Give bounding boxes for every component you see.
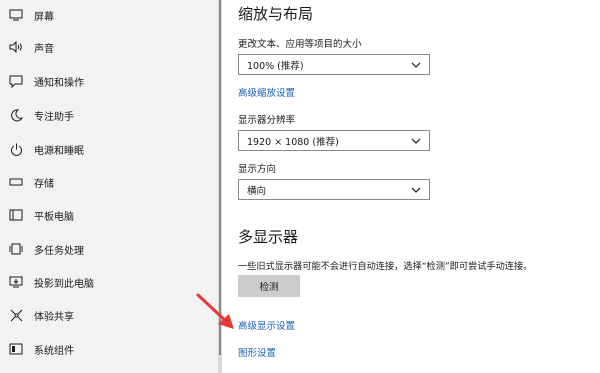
project-icon bbox=[8, 274, 24, 290]
multiple-displays-heading: 多显示器 bbox=[238, 228, 299, 246]
chevron-down-icon bbox=[409, 58, 423, 72]
annotation-arrow bbox=[196, 293, 234, 329]
text-size-label: 更改文本、应用等项目的大小 bbox=[238, 39, 362, 50]
sidebar-item-notifications[interactable]: 通知和操作 bbox=[0, 67, 218, 95]
text-size-dropdown[interactable]: 100% (推荐) bbox=[238, 54, 430, 75]
sidebar-item-label: 存储 bbox=[34, 178, 54, 190]
tablet-icon bbox=[8, 207, 24, 223]
share-icon bbox=[8, 307, 24, 323]
sidebar-item-system-components[interactable]: 系统组件 bbox=[0, 335, 218, 363]
sidebar-item-display[interactable]: 屏幕 bbox=[0, 1, 218, 29]
speaker-icon bbox=[8, 39, 24, 55]
sidebar-item-focus-assist[interactable]: 专注助手 bbox=[0, 101, 218, 129]
multitask-icon bbox=[8, 241, 24, 257]
dropdown-value: 100% (推荐) bbox=[247, 60, 304, 72]
sidebar-item-label: 多任务处理 bbox=[34, 245, 84, 257]
sidebar-item-label: 系统组件 bbox=[34, 345, 74, 357]
dropdown-value: 横向 bbox=[247, 185, 267, 197]
sidebar-item-label: 体验共享 bbox=[34, 311, 74, 323]
sidebar-item-label: 电源和睡眠 bbox=[34, 145, 84, 157]
sidebar-item-multitasking[interactable]: 多任务处理 bbox=[0, 235, 218, 263]
chevron-down-icon bbox=[409, 183, 423, 197]
sidebar-item-storage[interactable]: 存储 bbox=[0, 168, 218, 196]
storage-icon bbox=[8, 174, 24, 190]
orientation-dropdown[interactable]: 横向 bbox=[238, 179, 430, 200]
dropdown-value: 1920 × 1080 (推荐) bbox=[247, 136, 339, 148]
chevron-down-icon bbox=[409, 134, 423, 148]
sidebar-item-shared-experiences[interactable]: 体验共享 bbox=[0, 301, 218, 329]
sidebar-item-label: 专注助手 bbox=[34, 111, 74, 123]
sidebar-item-power-sleep[interactable]: 电源和睡眠 bbox=[0, 135, 218, 163]
moon-icon bbox=[8, 107, 24, 123]
advanced-scaling-link[interactable]: 高级缩放设置 bbox=[238, 85, 295, 99]
main-content: 缩放与布局 更改文本、应用等项目的大小 100% (推荐) 高级缩放设置 显示器… bbox=[238, 0, 588, 373]
display-icon bbox=[8, 7, 24, 23]
notification-icon bbox=[8, 73, 24, 89]
graphics-settings-link[interactable]: 图形设置 bbox=[238, 345, 276, 359]
scale-layout-heading: 缩放与布局 bbox=[238, 5, 314, 23]
resolution-label: 显示器分辨率 bbox=[238, 115, 296, 126]
detect-button[interactable]: 检测 bbox=[238, 275, 300, 297]
orientation-label: 显示方向 bbox=[238, 164, 277, 175]
sidebar-item-label: 屏幕 bbox=[34, 11, 54, 23]
resolution-dropdown[interactable]: 1920 × 1080 (推荐) bbox=[238, 130, 430, 151]
sidebar-item-sound[interactable]: 声音 bbox=[0, 33, 218, 61]
sidebar-item-tablet[interactable]: 平板电脑 bbox=[0, 201, 218, 229]
sidebar-item-label: 投影到此电脑 bbox=[34, 278, 94, 290]
advanced-display-settings-link[interactable]: 高级显示设置 bbox=[238, 318, 295, 332]
sidebar-item-label: 声音 bbox=[34, 43, 54, 55]
multiple-displays-description: 一些旧式显示器可能不会进行自动连接，选择“检测”即可尝试手动连接。 bbox=[238, 261, 533, 272]
sidebar-item-label: 通知和操作 bbox=[34, 77, 84, 89]
sidebar: 屏幕 声音 通知和操作 专注助手 电源和睡眠 存储 平板电脑 多任务处理 投影到… bbox=[0, 0, 222, 373]
power-icon bbox=[8, 141, 24, 157]
sidebar-item-label: 平板电脑 bbox=[34, 211, 74, 223]
sidebar-item-project-to-pc[interactable]: 投影到此电脑 bbox=[0, 268, 218, 296]
components-icon bbox=[8, 341, 24, 357]
